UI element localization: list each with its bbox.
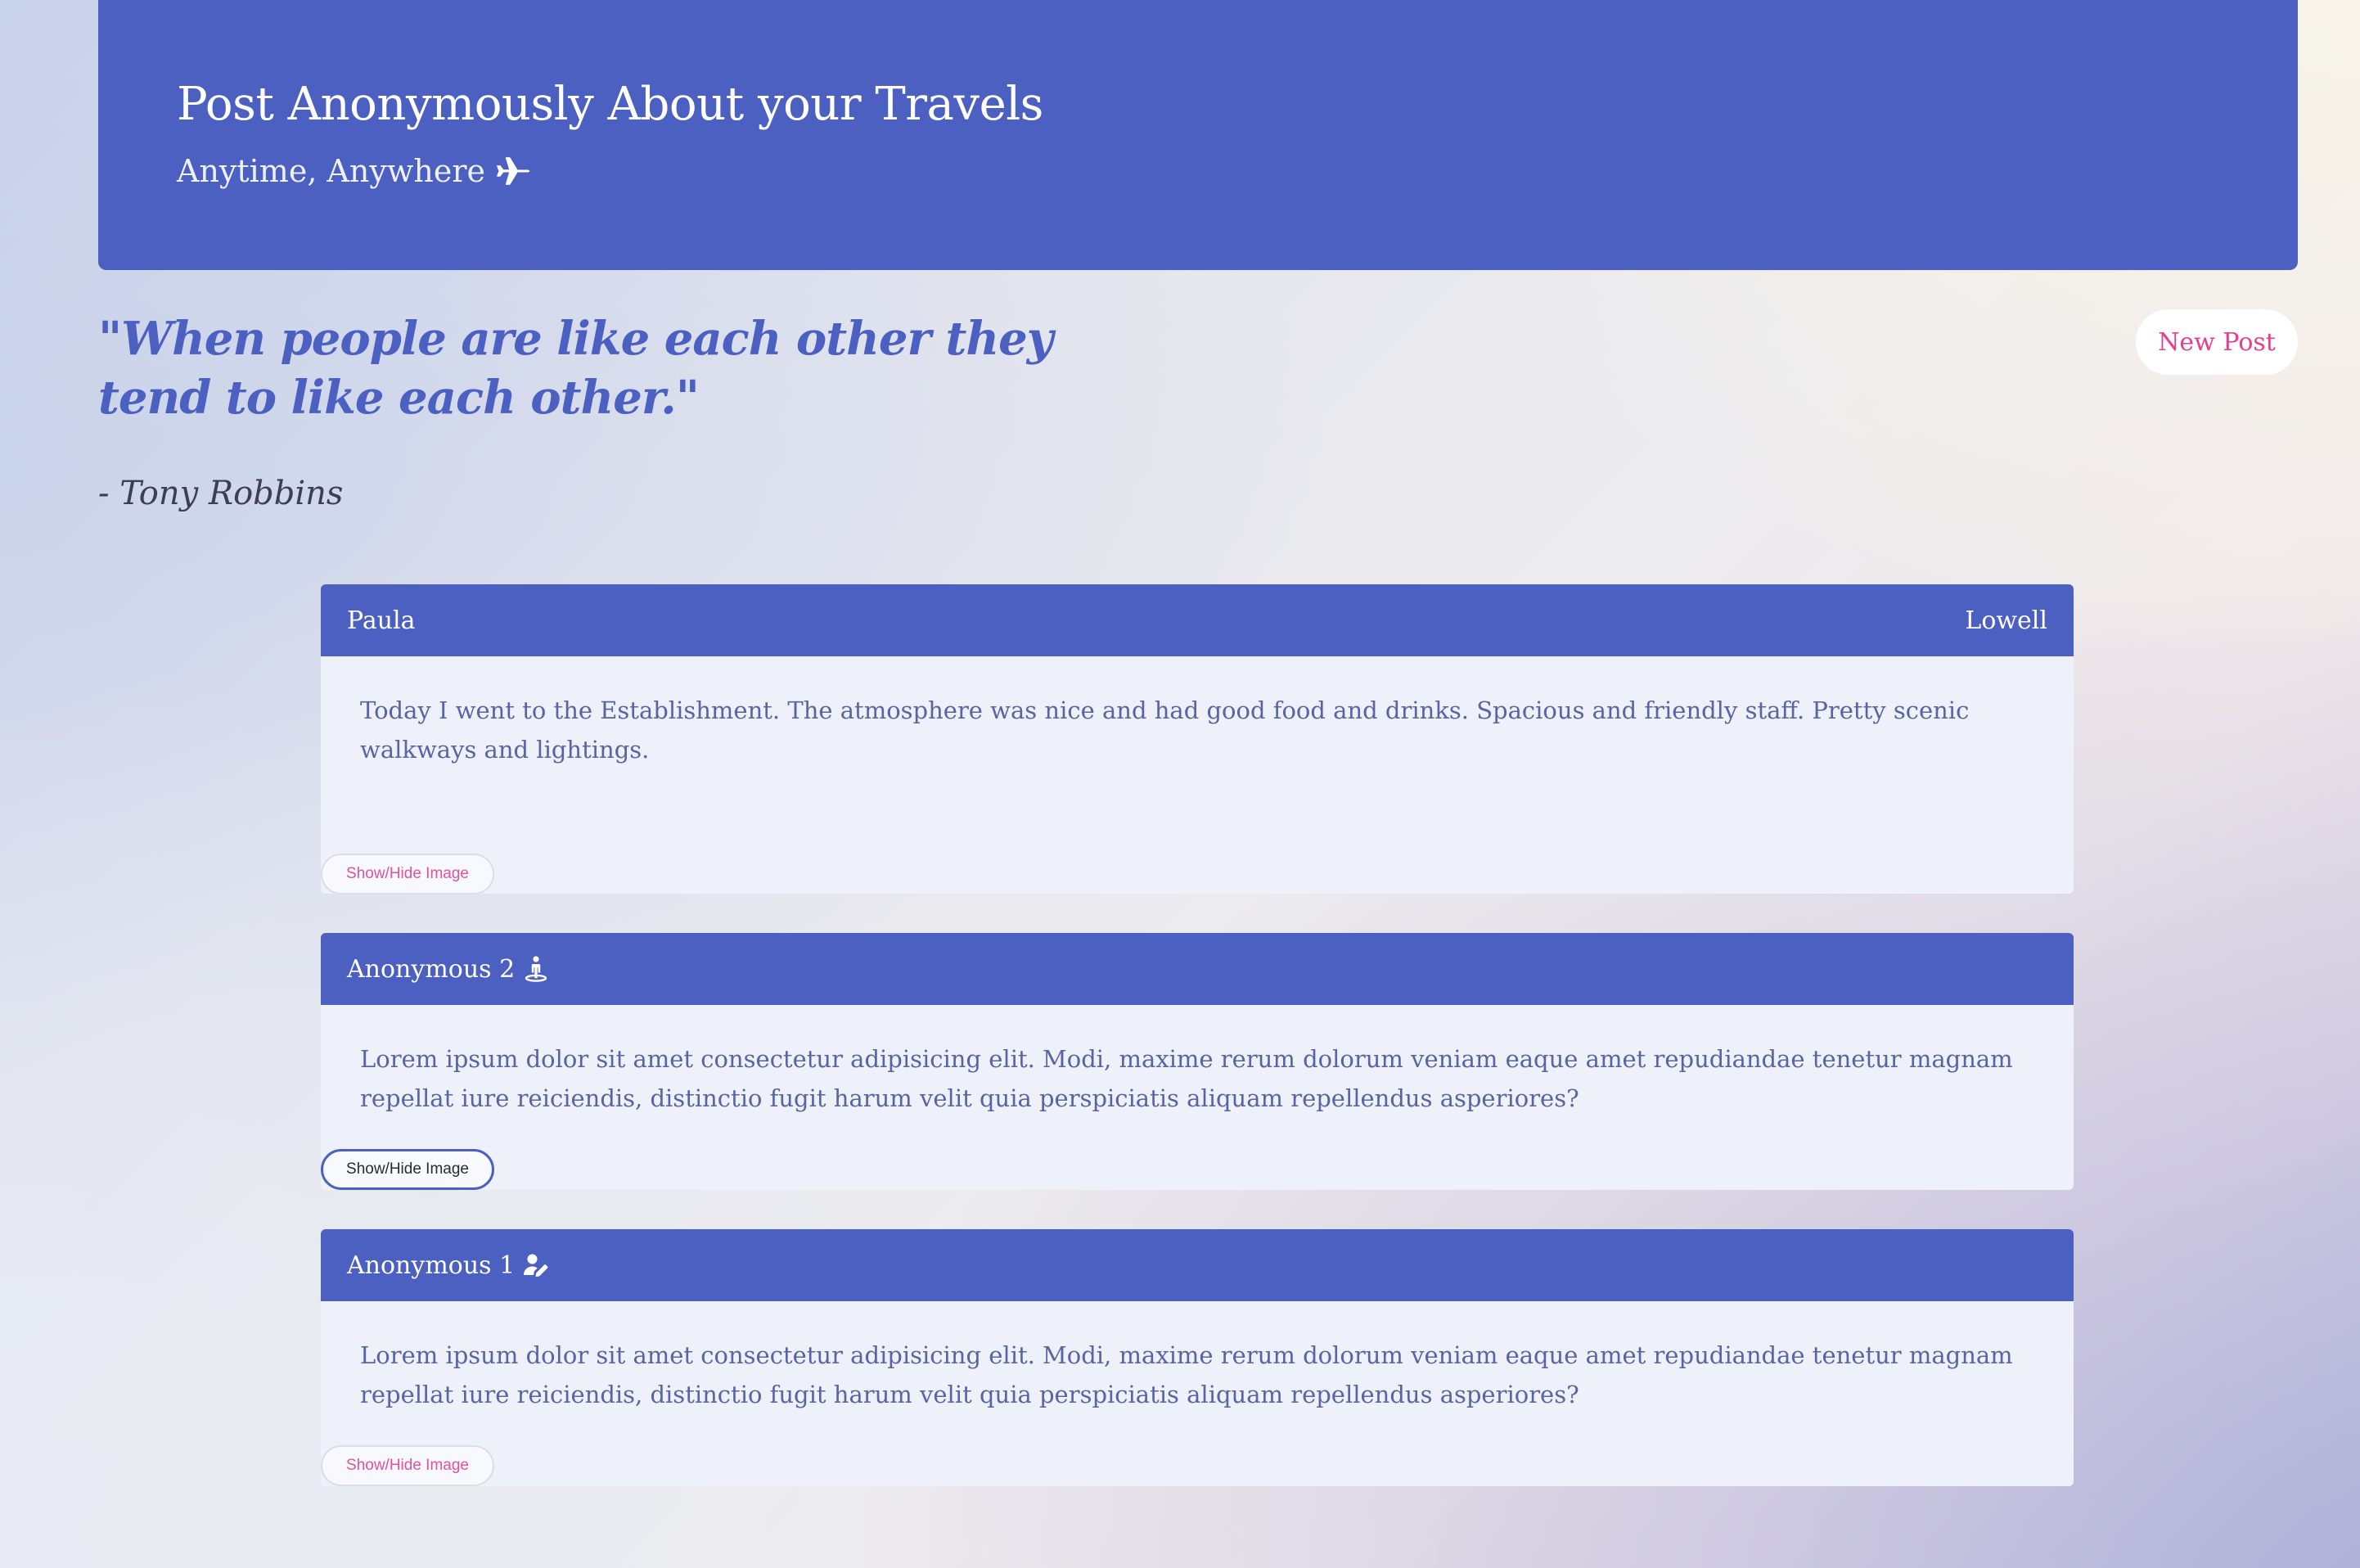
post-header: Anonymous 2 (321, 933, 2074, 1005)
post-header: Paula Lowell (321, 584, 2074, 656)
page-subtitle: Anytime, Anywhere (177, 152, 531, 190)
hero-banner: Post Anonymously About your Travels Anyt… (98, 0, 2298, 270)
post-author-name: Anonymous 2 (347, 954, 516, 984)
post-card: Paula Lowell Today I went to the Establi… (321, 584, 2074, 894)
quote-author: - Tony Robbins (98, 475, 344, 512)
airplane-icon (497, 157, 530, 185)
post-author: Anonymous 1 (347, 1250, 551, 1280)
post-card: Anonymous 1 Lorem ipsum dolor sit amet c… (321, 1229, 2074, 1486)
post-author: Paula (347, 606, 416, 635)
post-body: Today I went to the Establishment. The a… (360, 696, 1970, 764)
new-post-button[interactable]: New Post (2136, 309, 2298, 375)
quote-text: "When people are like each other they te… (98, 312, 1053, 425)
show-hide-image-button[interactable]: Show/Hide Image (321, 1445, 494, 1486)
person-hiking-icon (525, 956, 547, 982)
post-location: Lowell (1965, 606, 2047, 635)
post-author: Anonymous 2 (347, 954, 551, 984)
post-author-name: Anonymous 1 (347, 1250, 516, 1280)
show-hide-image-button[interactable]: Show/Hide Image (321, 854, 494, 894)
user-pen-icon (524, 1254, 548, 1277)
post-author-name: Paula (347, 606, 416, 635)
post-header: Anonymous 1 (321, 1229, 2074, 1301)
page-title: Post Anonymously About your Travels (177, 78, 1043, 131)
post-body: Lorem ipsum dolor sit amet consectetur a… (360, 1045, 2013, 1112)
subtitle-text: Anytime, Anywhere (177, 153, 486, 189)
post-card: Anonymous 2 Lorem ipsum dolor sit amet c… (321, 933, 2074, 1190)
show-hide-image-button[interactable]: Show/Hide Image (321, 1149, 494, 1190)
post-body: Lorem ipsum dolor sit amet consectetur a… (360, 1341, 2013, 1408)
